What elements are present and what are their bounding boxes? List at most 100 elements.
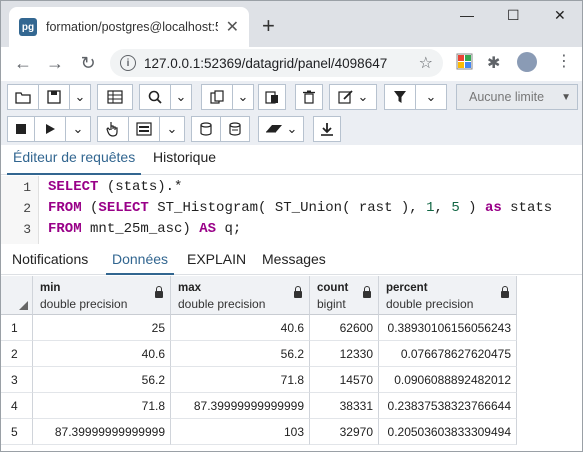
play-icon (46, 124, 55, 134)
chevron-down-icon: ⌄ (166, 121, 178, 136)
browser-tab[interactable]: pg formation/postgres@localhost:5432 ✕ (9, 7, 249, 47)
column-header-min[interactable]: min double precision (33, 276, 171, 315)
new-tab-button[interactable]: + (262, 13, 275, 39)
code-line-1[interactable]: SELECT (stats).* (48, 179, 182, 195)
paste-button[interactable] (258, 84, 286, 110)
execute-dropdown-button[interactable]: ⌄ (65, 116, 91, 142)
cell-min[interactable]: 71.8 (33, 393, 171, 419)
download-button[interactable] (313, 116, 341, 142)
save-button[interactable] (38, 84, 70, 110)
open-file-button[interactable] (7, 84, 39, 110)
chevron-down-icon: ⌄ (72, 121, 84, 136)
edit-icon (337, 90, 353, 104)
cell-max[interactable]: 40.6 (171, 315, 310, 341)
close-tab-icon[interactable]: ✕ (226, 17, 239, 37)
tab-data[interactable]: Données (106, 251, 175, 275)
tab-notifications[interactable]: Notifications (6, 251, 94, 275)
row-number[interactable]: 4 (1, 393, 33, 419)
explain-button[interactable] (97, 116, 129, 142)
cell-min[interactable]: 87.39999999999999 (33, 419, 171, 445)
tab-explain[interactable]: EXPLAIN (181, 251, 252, 275)
tab-messages[interactable]: Messages (256, 251, 332, 275)
table-icon (107, 90, 123, 104)
code-line-2[interactable]: FROM (SELECT ST_Histogram( ST_Union( ras… (48, 200, 552, 216)
stop-button[interactable] (7, 116, 35, 142)
cell-percent[interactable]: 0.20503603833309494 (379, 419, 517, 445)
cell-percent[interactable]: 0.076678627620475 (379, 341, 517, 367)
data-grid: min double precision max double precisio… (1, 276, 582, 451)
cell-count[interactable]: 12330 (310, 341, 379, 367)
find-dropdown-button[interactable]: ⌄ (170, 84, 192, 110)
tab-history[interactable]: Historique (147, 149, 222, 175)
cell-max[interactable]: 56.2 (171, 341, 310, 367)
cell-min[interactable]: 40.6 (33, 341, 171, 367)
commit-button[interactable] (191, 116, 221, 142)
row-number[interactable]: 5 (1, 419, 33, 445)
save-dropdown-button[interactable]: ⌄ (69, 84, 91, 110)
find-button[interactable] (139, 84, 171, 110)
cell-count[interactable]: 62600 (310, 315, 379, 341)
tab-query-editor[interactable]: Éditeur de requêtes (7, 149, 142, 175)
maximize-icon[interactable]: ☐ (507, 7, 520, 24)
cell-percent[interactable]: 0.23837538323766644 (379, 393, 517, 419)
column-header-max[interactable]: max double precision (171, 276, 310, 315)
row-limit-select[interactable]: Aucune limite ▼ (456, 84, 578, 110)
rollback-button[interactable] (220, 116, 250, 142)
delete-button[interactable] (295, 84, 323, 110)
cell-min[interactable]: 25 (33, 315, 171, 341)
folder-open-icon (15, 92, 31, 104)
cell-max[interactable]: 71.8 (171, 367, 310, 393)
extension-icon[interactable] (456, 53, 473, 70)
row-number[interactable]: 2 (1, 341, 33, 367)
more-menu-icon[interactable]: ⋮ (556, 51, 572, 71)
copy-button[interactable] (201, 84, 233, 110)
table-row[interactable]: 3 56.2 71.8 14570 0.0906088892482012 (1, 367, 517, 393)
info-icon[interactable]: i (120, 55, 136, 71)
copy-icon (210, 90, 224, 104)
execute-button[interactable] (34, 116, 66, 142)
back-icon[interactable]: ← (9, 53, 37, 74)
sql-editor[interactable]: 1 2 3 SELECT (stats).* FROM (SELECT ST_H… (1, 176, 582, 244)
table-row[interactable]: 1 25 40.6 62600 0.38930106156056243 (1, 315, 517, 341)
puzzle-extensions-icon[interactable]: ✱ (487, 53, 500, 73)
row-number[interactable]: 1 (1, 315, 33, 341)
cell-min[interactable]: 56.2 (33, 367, 171, 393)
table-row[interactable]: 5 87.39999999999999 103 32970 0.20503603… (1, 419, 517, 445)
cell-max[interactable]: 87.39999999999999 (171, 393, 310, 419)
row-number[interactable]: 3 (1, 367, 33, 393)
explain-dropdown-button[interactable]: ⌄ (159, 116, 185, 142)
window-close-icon[interactable]: ✕ (554, 7, 566, 24)
column-header-percent[interactable]: percent double precision (379, 276, 517, 315)
clear-menu-button[interactable]: ⌄ (258, 116, 304, 142)
code-line-3[interactable]: FROM mnt_25m_asc) AS q; (48, 221, 241, 237)
reload-icon[interactable]: ↻ (74, 53, 102, 74)
cell-percent[interactable]: 0.0906088892482012 (379, 367, 517, 393)
table-row[interactable]: 4 71.8 87.39999999999999 38331 0.2383753… (1, 393, 517, 419)
filter-button[interactable] (384, 84, 416, 110)
column-header-count[interactable]: count bigint (310, 276, 379, 315)
cell-max[interactable]: 103 (171, 419, 310, 445)
copy-dropdown-button[interactable]: ⌄ (232, 84, 254, 110)
select-all-corner[interactable] (1, 276, 33, 315)
url-bar[interactable]: i 127.0.0.1:52369/datagrid/panel/4098647… (110, 49, 443, 77)
avatar[interactable] (517, 52, 537, 72)
cell-count[interactable]: 14570 (310, 367, 379, 393)
column-type: double precision (40, 297, 128, 311)
filter-dropdown-button[interactable]: ⌄ (415, 84, 447, 110)
minimize-icon[interactable]: — (460, 7, 474, 23)
sql-keyword: SELECT (98, 200, 149, 216)
forward-icon[interactable]: → (41, 53, 69, 74)
column-name: count (317, 282, 349, 294)
cell-count[interactable]: 32970 (310, 419, 379, 445)
url-text[interactable]: 127.0.0.1:52369/datagrid/panel/4098647 (144, 56, 414, 71)
lock-icon (501, 286, 509, 298)
chevron-down-icon: ⌄ (237, 89, 249, 104)
table-row[interactable]: 2 40.6 56.2 12330 0.076678627620475 (1, 341, 517, 367)
cell-count[interactable]: 38331 (310, 393, 379, 419)
edit-menu-button[interactable]: ⌄ (329, 84, 377, 110)
chevron-down-icon: ⌄ (357, 89, 369, 104)
cell-percent[interactable]: 0.38930106156056243 (379, 315, 517, 341)
bookmark-star-icon[interactable]: ☆ (419, 53, 433, 73)
edit-grid-button[interactable] (97, 84, 133, 110)
explain-analyze-button[interactable] (128, 116, 160, 142)
